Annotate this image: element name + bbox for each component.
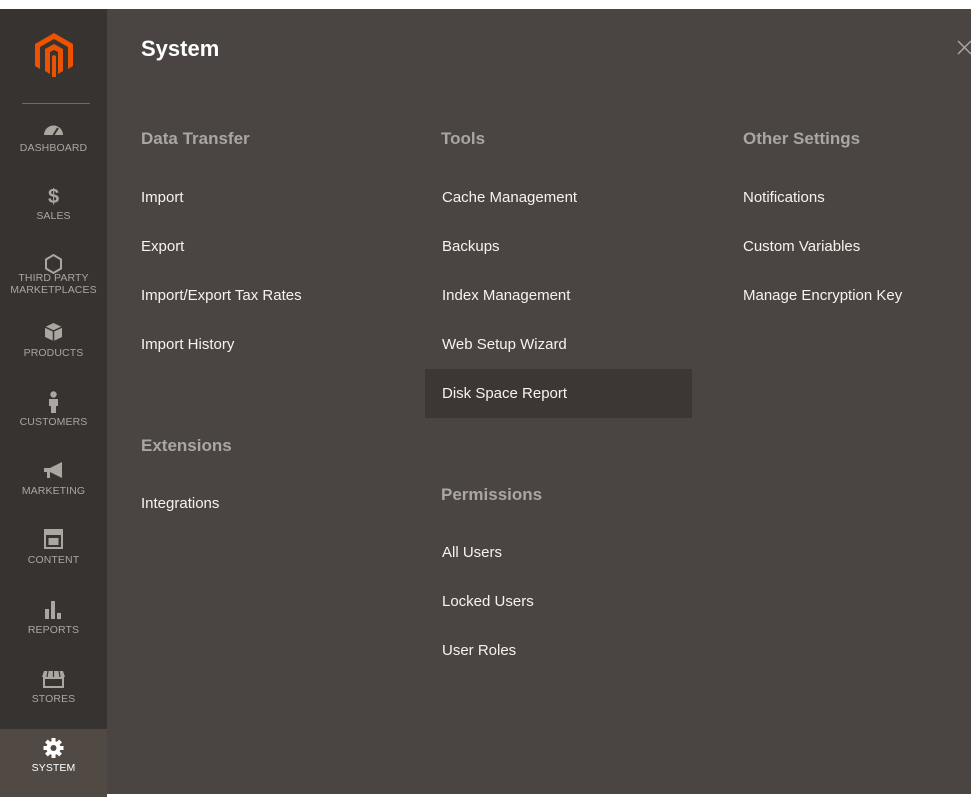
link-integrations[interactable]: Integrations	[124, 479, 391, 528]
link-export[interactable]: Export	[124, 222, 391, 271]
label-line-1: THIRD PARTY	[18, 272, 89, 284]
sidebar-item-marketing[interactable]: MARKETING	[0, 452, 107, 520]
sidebar-item-sales[interactable]: $ SALES	[0, 177, 107, 245]
system-menu-panel: System Data Transfer Import Export Impor…	[107, 9, 971, 794]
link-user-roles[interactable]: User Roles	[425, 626, 692, 675]
person-icon	[49, 391, 58, 413]
link-import[interactable]: Import	[124, 173, 391, 222]
link-cache-management[interactable]: Cache Management	[425, 173, 692, 222]
sidebar-item-label: REPORTS	[27, 624, 80, 636]
sidebar-item-label: CUSTOMERS	[19, 416, 88, 428]
heading-data-transfer: Data Transfer	[141, 129, 250, 148]
top-strip	[0, 0, 971, 9]
sidebar-item-label: DASHBOARD	[19, 142, 88, 154]
sidebar-item-label: PRODUCTS	[23, 347, 84, 359]
heading-extensions: Extensions	[141, 436, 232, 455]
link-disk-space-report[interactable]: Disk Space Report	[425, 369, 692, 418]
dashboard-gauge-icon	[44, 125, 63, 136]
admin-sidebar: DASHBOARD $ SALES THIRD PARTY MARKETPLAC…	[0, 9, 107, 797]
link-web-setup-wizard[interactable]: Web Setup Wizard	[425, 320, 692, 369]
sidebar-item-label: SYSTEM	[31, 762, 76, 774]
sidebar-item-third-party-marketplaces[interactable]: THIRD PARTY MARKETPLACES	[0, 245, 107, 313]
sidebar-item-dashboard[interactable]: DASHBOARD	[0, 109, 107, 177]
link-locked-users[interactable]: Locked Users	[425, 577, 692, 626]
label-line-2: MARKETPLACES	[10, 284, 97, 296]
magento-logo-icon[interactable]	[35, 33, 73, 77]
link-manage-encryption-key[interactable]: Manage Encryption Key	[726, 271, 968, 320]
link-import-export-tax-rates[interactable]: Import/Export Tax Rates	[124, 271, 391, 320]
link-notifications[interactable]: Notifications	[726, 173, 968, 222]
storefront-icon	[42, 670, 65, 688]
sidebar-item-customers[interactable]: CUSTOMERS	[0, 383, 107, 451]
svg-text:$: $	[48, 186, 59, 207]
layout-icon	[44, 529, 63, 549]
dollar-icon: $	[48, 186, 59, 207]
heading-tools: Tools	[441, 129, 486, 148]
link-backups[interactable]: Backups	[425, 222, 692, 271]
sidebar-item-stores[interactable]: STORES	[0, 660, 107, 728]
sidebar-item-label: MARKETING	[21, 485, 86, 497]
bar-chart-icon	[45, 601, 61, 619]
link-import-history[interactable]: Import History	[124, 320, 391, 369]
megaphone-icon	[44, 462, 62, 478]
sidebar-item-label: THIRD PARTY MARKETPLACES	[0, 272, 107, 296]
panel-title: System	[141, 36, 220, 61]
sidebar-item-system[interactable]: SYSTEM	[0, 729, 107, 797]
link-custom-variables[interactable]: Custom Variables	[726, 222, 968, 271]
close-icon[interactable]	[955, 36, 971, 60]
sidebar-item-products[interactable]: PRODUCTS	[0, 314, 107, 382]
heading-permissions: Permissions	[441, 485, 543, 504]
sidebar-item-reports[interactable]: REPORTS	[0, 591, 107, 659]
link-all-users[interactable]: All Users	[425, 528, 692, 577]
box-icon	[44, 323, 63, 341]
sidebar-item-label: CONTENT	[27, 554, 80, 566]
logo-divider	[22, 103, 90, 104]
heading-other-settings: Other Settings	[743, 129, 861, 148]
gear-icon	[43, 738, 64, 758]
sidebar-item-content[interactable]: CONTENT	[0, 521, 107, 589]
sidebar-item-label: STORES	[31, 693, 76, 705]
link-index-management[interactable]: Index Management	[425, 271, 692, 320]
sidebar-item-label: SALES	[36, 210, 71, 222]
